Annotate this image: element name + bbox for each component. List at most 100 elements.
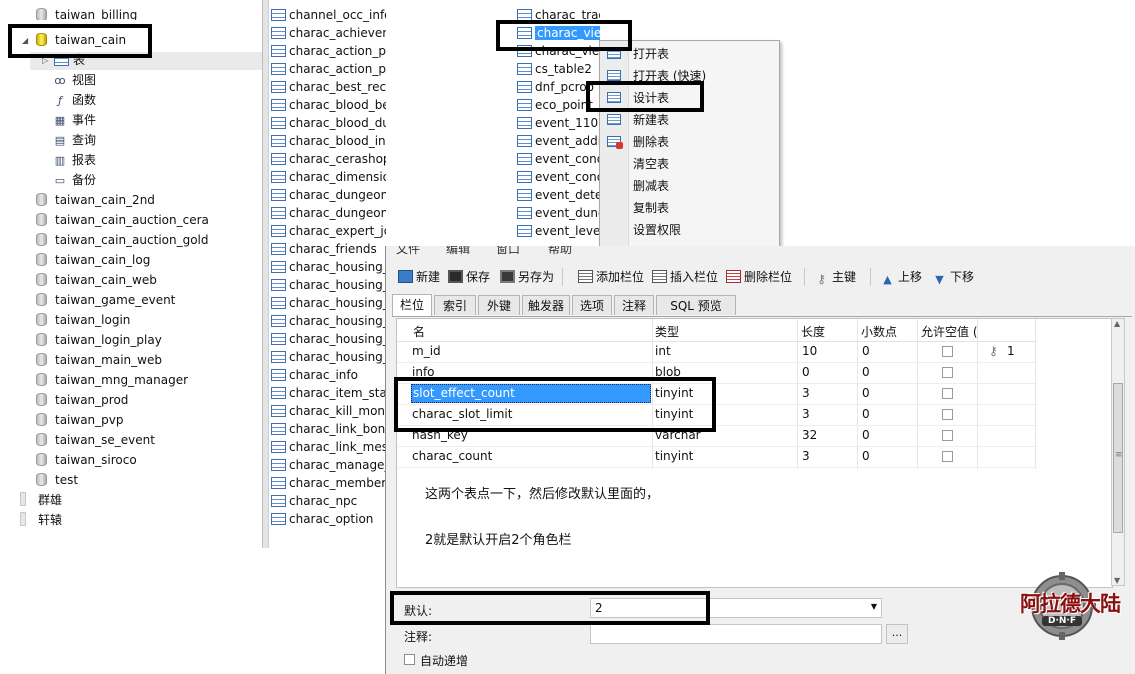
tree-item-views[interactable]: ꝏ 视图 bbox=[52, 70, 96, 90]
tree-db-item[interactable]: taiwan_login bbox=[36, 310, 130, 330]
field-decimal[interactable]: 0 bbox=[862, 341, 870, 362]
tree-group-qunxiong[interactable]: 群雄 bbox=[20, 490, 62, 510]
table-list-item[interactable]: eco_point bbox=[517, 96, 593, 114]
col-header-length[interactable]: 长度 bbox=[801, 323, 825, 340]
context-menu-item[interactable]: 删除表 bbox=[600, 131, 779, 153]
auto-increment-checkbox[interactable] bbox=[404, 654, 415, 665]
field-decimal[interactable]: 0 bbox=[862, 404, 870, 425]
tree-db-item[interactable]: taiwan_cain_auction_cera bbox=[36, 210, 209, 230]
field-length[interactable]: 3 bbox=[802, 446, 810, 467]
table-list-item[interactable]: charac_blood_inout bbox=[271, 132, 386, 150]
context-menu-item[interactable]: 清空表 bbox=[600, 153, 779, 175]
nullable-checkbox[interactable] bbox=[942, 346, 953, 357]
tab-options[interactable]: 选项 bbox=[572, 295, 612, 315]
table-list-item[interactable]: charac_npc bbox=[271, 492, 357, 510]
menu-file[interactable]: 文件 bbox=[396, 246, 420, 257]
table-list-item[interactable]: event_additi bbox=[517, 132, 600, 150]
nullable-checkbox[interactable] bbox=[942, 367, 953, 378]
primary-key-button[interactable]: ⚷ 主键 bbox=[814, 268, 856, 286]
table-list-item[interactable]: charac_housing_ bbox=[271, 312, 386, 330]
tree-group-xuanyuan[interactable]: 轩辕 bbox=[20, 510, 62, 530]
field-type[interactable]: tinyint bbox=[655, 446, 693, 467]
menu-window[interactable]: 窗口 bbox=[496, 246, 520, 257]
table-list-item[interactable]: charac_housing_ bbox=[271, 258, 386, 276]
field-decimal[interactable]: 0 bbox=[862, 362, 870, 383]
table-list-item[interactable]: charac_expert_job bbox=[271, 222, 386, 240]
field-length[interactable]: 32 bbox=[802, 425, 817, 446]
table-list-item[interactable]: event_1106 bbox=[517, 114, 600, 132]
nullable-checkbox[interactable] bbox=[942, 409, 953, 420]
table-list-item[interactable]: charac_info bbox=[271, 366, 358, 384]
col-header-type[interactable]: 类型 bbox=[655, 323, 679, 340]
move-down-button[interactable]: ▼ 下移 bbox=[932, 268, 974, 286]
tree-db-item[interactable]: taiwan_cain_web bbox=[36, 270, 157, 290]
tree-db-item[interactable]: taiwan_game_event bbox=[36, 290, 175, 310]
field-row[interactable]: m_id int 10 0 ⚷ 1 bbox=[397, 341, 1037, 363]
table-list-item[interactable]: charac_best_record bbox=[271, 78, 386, 96]
field-decimal[interactable]: 0 bbox=[862, 425, 870, 446]
table-list-item[interactable]: charac_option bbox=[271, 510, 373, 528]
table-list-item[interactable]: cs_table2 bbox=[517, 60, 592, 78]
col-header-name[interactable]: 名 bbox=[413, 323, 425, 340]
field-decimal[interactable]: 0 bbox=[862, 383, 870, 404]
table-list-item[interactable]: charac_housing_ bbox=[271, 276, 386, 294]
tree-db-item[interactable]: taiwan_cain_auction_gold bbox=[36, 230, 209, 250]
tree-item-reports[interactable]: ▥ 报表 bbox=[52, 150, 96, 170]
table-list-item[interactable]: charac_manage_ bbox=[271, 456, 386, 474]
delete-field-button[interactable]: 删除栏位 bbox=[726, 268, 792, 286]
tree-item-backups[interactable]: ▭ 备份 bbox=[52, 170, 96, 190]
table-list-item[interactable]: event_levelu bbox=[517, 222, 600, 240]
col-header-nullable[interactable]: 允许空值 ( bbox=[921, 323, 978, 340]
table-list-item[interactable]: charac_housing_ bbox=[271, 330, 386, 348]
menu-help[interactable]: 帮助 bbox=[548, 246, 572, 257]
menu-edit[interactable]: 编辑 bbox=[446, 246, 470, 257]
table-list-item[interactable]: charac_achievement bbox=[271, 24, 386, 42]
scroll-thumb[interactable]: ≡ bbox=[1113, 383, 1123, 533]
field-name[interactable]: charac_count bbox=[412, 446, 492, 467]
table-list-item[interactable]: charac_action_point_desc bbox=[271, 60, 386, 78]
tree-db-item[interactable]: taiwan_se_event bbox=[36, 430, 155, 450]
tree-db-partial[interactable]: taiwan_billing bbox=[36, 8, 137, 20]
table-list-item[interactable]: charac_housing_ bbox=[271, 348, 386, 366]
nullable-checkbox[interactable] bbox=[942, 430, 953, 441]
table-list-item[interactable]: charac_friends bbox=[271, 240, 377, 258]
table-list-item[interactable]: charac_housing_ bbox=[271, 294, 386, 312]
tree-db-item[interactable]: taiwan_pvp bbox=[36, 410, 124, 430]
tab-indexes[interactable]: 索引 bbox=[434, 295, 476, 315]
tree-db-item[interactable]: taiwan_prod bbox=[36, 390, 128, 410]
table-list-item[interactable]: event_dung bbox=[517, 204, 600, 222]
field-length[interactable]: 3 bbox=[802, 383, 810, 404]
comment-browse-button[interactable]: ... bbox=[886, 624, 908, 644]
tree-db-item[interactable]: taiwan_main_web bbox=[36, 350, 162, 370]
move-up-button[interactable]: ▲ 上移 bbox=[880, 268, 922, 286]
tab-fields[interactable]: 栏位 bbox=[392, 294, 432, 316]
tab-foreign-keys[interactable]: 外键 bbox=[478, 295, 520, 315]
field-length[interactable]: 0 bbox=[802, 362, 810, 383]
table-list-item[interactable]: charac_link_mess bbox=[271, 438, 386, 456]
table-list-item[interactable]: event_cond bbox=[517, 150, 600, 168]
scroll-up-icon[interactable]: ▲ bbox=[1114, 319, 1120, 328]
table-list-item[interactable]: charac_blood_dungeon_reward bbox=[271, 114, 386, 132]
table-list-item[interactable]: charac_link_bonu bbox=[271, 420, 386, 438]
table-list-item[interactable]: dnf_pcroo bbox=[517, 78, 594, 96]
tab-comment[interactable]: 注释 bbox=[614, 295, 654, 315]
table-list-item[interactable]: channel_occ_info bbox=[271, 8, 386, 24]
tree-db-item[interactable]: taiwan_siroco bbox=[36, 450, 137, 470]
save-button[interactable]: 保存 bbox=[448, 268, 490, 286]
nullable-checkbox[interactable] bbox=[942, 451, 953, 462]
table-list-item[interactable]: event_detec bbox=[517, 186, 600, 204]
tree-db-item[interactable]: taiwan_mng_manager bbox=[36, 370, 188, 390]
table-list-item[interactable]: charac_blood_best_record bbox=[271, 96, 386, 114]
field-row[interactable]: charac_count tinyint 3 0 bbox=[397, 446, 1037, 468]
tree-item-queries[interactable]: ▤ 查询 bbox=[52, 130, 96, 150]
context-menu-item[interactable]: 新建表 bbox=[600, 109, 779, 131]
tab-triggers[interactable]: 触发器 bbox=[522, 295, 570, 315]
add-field-button[interactable]: 添加栏位 bbox=[578, 268, 644, 286]
table-list-item[interactable]: charac_action_point bbox=[271, 42, 386, 60]
field-decimal[interactable]: 0 bbox=[862, 446, 870, 467]
tree-db-item[interactable]: test bbox=[36, 470, 78, 490]
table-list-item[interactable]: charac_dimension_inout bbox=[271, 168, 386, 186]
field-name[interactable]: m_id bbox=[412, 341, 441, 362]
col-header-decimal[interactable]: 小数点 bbox=[861, 323, 897, 340]
context-menu-item[interactable]: 设置权限 bbox=[600, 219, 779, 241]
